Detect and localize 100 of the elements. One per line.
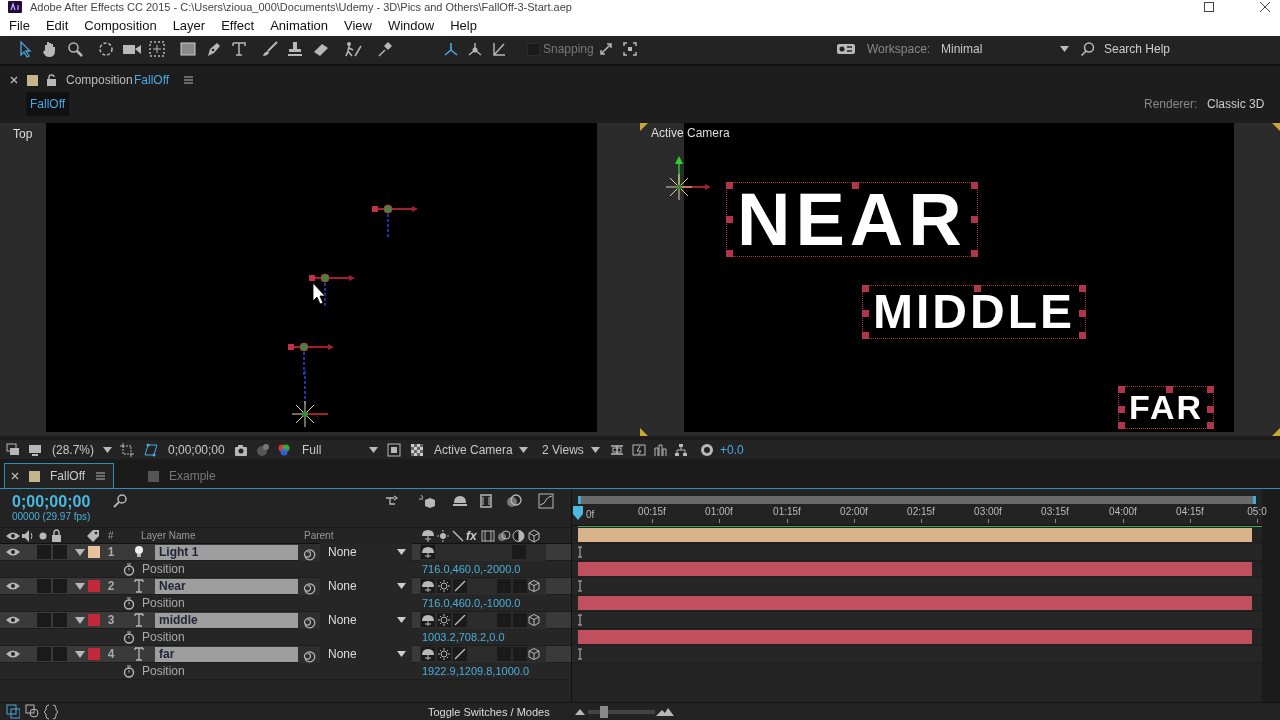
column-header[interactable]: Parent — [304, 530, 334, 541]
playhead-icon[interactable] — [573, 506, 583, 520]
lock-icon[interactable] — [46, 74, 57, 86]
zoom-in-icon[interactable] — [656, 707, 674, 716]
twirl-triangle-icon[interactable] — [74, 546, 86, 558]
layer-name[interactable]: Near — [155, 578, 298, 594]
dome-icon[interactable] — [452, 493, 468, 509]
transform-handle[interactable] — [970, 182, 978, 189]
transform-handle[interactable] — [726, 182, 733, 189]
property-value[interactable]: 716.0,460.0,-1000.0 — [422, 597, 521, 609]
window-close-icon[interactable] — [1260, 2, 1270, 12]
menu-item[interactable]: Layer — [164, 17, 214, 33]
solo-switch[interactable] — [37, 579, 51, 593]
switch-toggle[interactable] — [512, 545, 526, 559]
switch-toggle[interactable] — [513, 647, 527, 661]
transform-handle[interactable] — [862, 332, 869, 340]
zoom-out-icon[interactable] — [575, 708, 585, 715]
caret-icon[interactable] — [397, 617, 406, 623]
lock-icon[interactable] — [51, 527, 63, 544]
layer-row[interactable]: 4 far None — [0, 646, 571, 663]
menu-item[interactable]: Edit — [37, 17, 77, 33]
rotate-icon[interactable] — [97, 40, 115, 58]
menu-item[interactable]: Composition — [76, 17, 165, 33]
stopwatch-icon[interactable] — [123, 562, 135, 576]
text-layer-bounds[interactable]: FAR — [1118, 386, 1214, 430]
draft-3d-icon[interactable] — [418, 493, 436, 509]
lock-switch[interactable] — [53, 545, 67, 559]
solo-switch[interactable] — [37, 545, 51, 559]
comp-button-icon[interactable] — [6, 703, 20, 720]
toggle-switches-modes-button[interactable]: Toggle Switches / Modes — [428, 705, 550, 718]
snapshot-stack-icon[interactable] — [6, 442, 20, 457]
switch-toggle[interactable] — [513, 613, 527, 627]
layer-name[interactable]: middle — [155, 612, 298, 628]
collapse-switch-icon[interactable] — [437, 613, 451, 627]
adjustment-switch-icon[interactable] — [512, 527, 525, 544]
rectangle-icon[interactable] — [179, 40, 197, 58]
axis-icon[interactable] — [443, 41, 459, 57]
expand-icon[interactable] — [598, 41, 614, 57]
collapse-switch-icon[interactable] — [437, 527, 449, 544]
menu-item[interactable]: View — [336, 17, 380, 33]
caret-icon[interactable] — [591, 446, 600, 453]
zoom-icon[interactable] — [66, 40, 84, 58]
checkerboard-icon[interactable] — [410, 442, 424, 457]
menu-item[interactable]: File — [1, 17, 38, 33]
magnification-dropdown[interactable]: (28.7%) — [50, 440, 114, 459]
workspace-settings-icon[interactable] — [836, 42, 856, 56]
transform-handle[interactable] — [1118, 405, 1125, 413]
caret-icon[interactable] — [369, 446, 378, 453]
close-icon[interactable] — [10, 76, 18, 84]
braces-icon[interactable] — [44, 703, 58, 720]
label-color-swatch[interactable] — [88, 546, 100, 558]
transform-handle[interactable] — [1166, 386, 1173, 393]
color-channels-icon[interactable] — [277, 442, 291, 457]
exposure-value[interactable]: +0.0 — [720, 442, 744, 457]
layer-gizmo-icon[interactable] — [309, 273, 355, 309]
stamp-icon[interactable] — [286, 40, 304, 58]
property-value[interactable]: 1003.2,708.2,0.0 — [422, 631, 505, 643]
caret-icon[interactable] — [103, 446, 112, 453]
3d-layer-switch-icon[interactable] — [527, 647, 541, 661]
flowchart-icon[interactable] — [674, 442, 688, 457]
region-of-interest-icon[interactable] — [387, 442, 401, 457]
caret-icon[interactable] — [397, 651, 406, 657]
close-icon[interactable] — [11, 472, 19, 480]
axis-icon[interactable] — [467, 41, 483, 57]
motion-blur-switch-icon[interactable] — [497, 527, 511, 544]
frame-blending-icon[interactable] — [479, 493, 495, 509]
menu-item[interactable]: Animation — [262, 17, 336, 33]
transform-handle[interactable] — [1079, 285, 1086, 292]
transform-handle[interactable] — [970, 215, 978, 223]
shy-switch-icon[interactable] — [421, 613, 435, 627]
menu-icon[interactable] — [184, 76, 193, 84]
menu-item[interactable]: Effect — [213, 17, 263, 33]
text-layer-bounds[interactable]: MIDDLE — [862, 285, 1086, 340]
stopwatch-icon[interactable] — [123, 596, 135, 610]
snapshot-camera-icon[interactable] — [234, 442, 248, 457]
type-tool-icon[interactable] — [230, 40, 248, 58]
collapse-switch-icon[interactable] — [437, 579, 451, 593]
current-time[interactable]: 0;00;00;00 — [168, 442, 225, 457]
transform-handle[interactable] — [851, 182, 859, 189]
twirl-triangle-icon[interactable] — [74, 648, 86, 660]
column-header[interactable]: fx — [466, 528, 477, 543]
workspace-dropdown[interactable]: Minimal — [939, 40, 1071, 58]
solo-switch[interactable] — [37, 647, 51, 661]
label-color-swatch[interactable] — [88, 648, 100, 660]
light-gizmo-icon[interactable] — [665, 154, 713, 200]
3d-layer-switch-icon[interactable] — [527, 613, 541, 627]
caret-icon[interactable] — [397, 549, 406, 555]
show-snapshot-icon[interactable] — [256, 442, 270, 457]
composition-tab[interactable]: FallOff — [26, 92, 70, 116]
motion-blur-icon[interactable] — [506, 493, 522, 509]
axis-icon[interactable] — [491, 41, 507, 57]
quality-switch-icon[interactable] — [451, 527, 465, 544]
transform-handle[interactable] — [1118, 386, 1125, 393]
mask-toggle-icon[interactable] — [25, 703, 39, 720]
twirl-triangle-icon[interactable] — [74, 614, 86, 626]
layer-row[interactable]: 2 Near None — [0, 578, 571, 595]
transform-handle[interactable] — [970, 250, 978, 258]
transform-handle[interactable] — [1207, 422, 1214, 430]
stopwatch-icon[interactable] — [123, 630, 135, 644]
transform-handle[interactable] — [862, 285, 869, 292]
